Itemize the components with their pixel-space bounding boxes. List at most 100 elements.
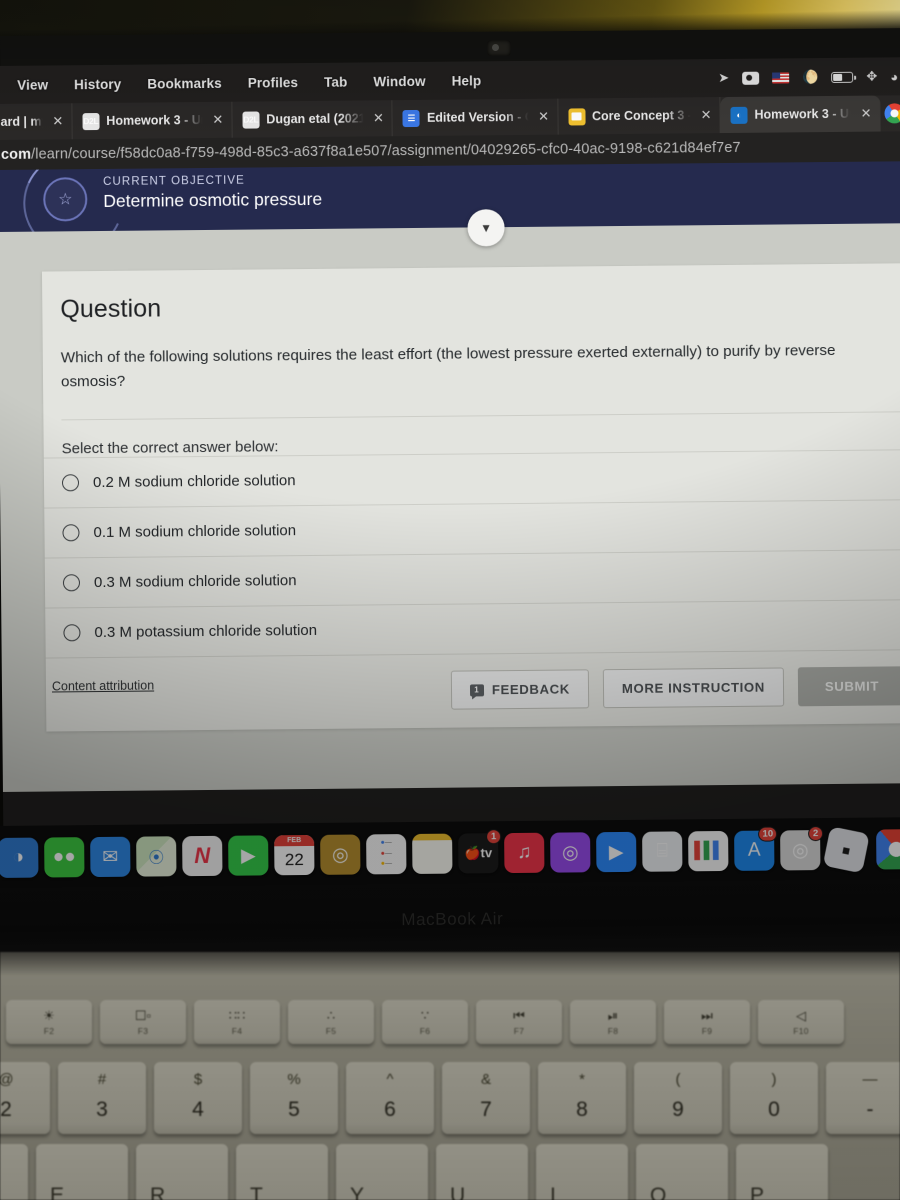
brightness-up-key[interactable]: ☀ F2 [6,1000,92,1044]
keyboard-brightness-down-key[interactable]: ∴ F5 [288,1000,374,1044]
browser-tab-edited-version[interactable]: ☰ Edited Version - Go ✕ [392,98,559,137]
chevron-down-icon[interactable]: ▾ [467,209,505,247]
submit-button[interactable]: SUBMIT [797,666,900,707]
menu-item-profiles[interactable]: Profiles [235,74,311,90]
menu-item-bookmarks[interactable]: Bookmarks [134,75,235,91]
close-icon[interactable]: ✕ [373,110,384,126]
mute-key[interactable]: ◁ F10 [758,1000,844,1044]
battery-icon[interactable] [831,71,854,83]
key-i[interactable]: I [536,1144,628,1200]
key-label: F6 [419,1025,431,1036]
radio-button[interactable] [61,474,80,492]
close-icon[interactable]: ✕ [52,113,63,129]
menu-item-history[interactable]: History [61,76,134,92]
answer-option-0[interactable]: 0.2 M sodium chloride solution [43,449,900,508]
podcasts-icon[interactable]: ◎ [550,832,591,873]
feedback-button[interactable]: 1 FEEDBACK [450,669,590,710]
close-icon[interactable]: ✕ [538,109,549,125]
menu-item-help[interactable]: Help [439,73,495,89]
play-pause-key[interactable]: ⏯ F8 [570,1000,656,1044]
browser-tab-homework-3-active[interactable]: ◐ Homework 3 - Unit ✕ [720,95,881,134]
podcast-gold-icon[interactable]: ◎ [320,834,361,875]
key-2[interactable]: @2 [0,1062,50,1134]
rewind-key[interactable]: ⏮ F7 [476,1000,562,1044]
key-e[interactable]: E [36,1144,128,1200]
google-docs-icon: ☰ [402,109,421,127]
answer-option-1[interactable]: 0.1 M sodium chloride solution [44,499,900,558]
mission-control-key[interactable]: ☐▫ F3 [100,1000,186,1044]
key-r[interactable]: R [136,1144,228,1200]
key--[interactable]: — - [826,1062,900,1134]
key-5[interactable]: % 5 [250,1062,338,1134]
keynote-icon[interactable]: ⌸ [642,831,683,872]
key-7[interactable]: & 7 [442,1062,530,1134]
notes-icon[interactable] [412,833,453,874]
menu-item-tab[interactable]: Tab [311,74,360,89]
key-p[interactable]: P [736,1144,828,1200]
bluetooth-icon[interactable]: ✥ [866,69,877,85]
maps-icon[interactable]: ⦿ [136,836,177,877]
zoom-icon[interactable]: ▶ [596,831,637,873]
browser-tab-dashboard[interactable]: ard | my ✕ [0,103,73,140]
radio-button[interactable] [63,624,81,642]
answer-option-label: 0.3 M sodium chloride solution [93,572,297,592]
content-attribution-link[interactable]: Content attribution [52,679,154,694]
cursor-icon[interactable]: ➤ [718,70,729,86]
wechat-icon[interactable]: ●● [44,837,85,878]
answer-option-label: 0.3 M potassium chloride solution [94,622,318,642]
keyboard-brightness-up-key[interactable]: ∵ F6 [382,1000,468,1044]
radio-button[interactable] [62,574,81,592]
browser-tab-core-concept-3[interactable]: Core Concept 3 - R ✕ [557,97,721,135]
do-not-disturb-icon[interactable]: 🌔 [802,69,818,85]
dock-apps: ◑ ●● ✉ ⦿ N ▶ FEB 22 ◎ ●— ●— ●— 🍎tv 1 ♫ ◎ ▶ ⌸ ▌▌▌ A 10 ◎ 2 ■ [0,826,870,878]
radio-button[interactable] [62,524,80,542]
key-label: F8 [607,1025,619,1036]
close-icon[interactable]: ✕ [212,112,223,128]
key-y[interactable]: Y [336,1144,428,1200]
browser-tab-homework-3-a[interactable]: D2L Homework 3 - Unit ✕ [72,101,233,140]
key-u[interactable]: U [436,1144,528,1200]
key-0[interactable]: ) 0 [730,1062,818,1134]
mail-icon[interactable]: ✉ [90,836,131,878]
key-glyph: ⏮ [513,1007,525,1023]
calendar-icon[interactable]: FEB 22 [274,834,315,876]
key-o[interactable]: O [636,1144,728,1200]
us-flag-icon[interactable] [772,71,790,84]
key-t[interactable]: T [236,1144,328,1200]
wifi-icon[interactable]: ◕ [890,69,898,84]
facetime-icon[interactable]: ▶ [228,835,269,876]
roblox-icon[interactable]: ■ [822,826,870,874]
launchpad-key[interactable]: ∷∷ F4 [194,1000,280,1044]
fast-forward-key[interactable]: ⏭ F9 [664,1000,750,1044]
close-icon[interactable]: ✕ [861,106,872,122]
google-icon[interactable] [884,103,900,124]
finder-icon[interactable]: ◑ [0,837,39,878]
numbers-icon[interactable]: ▌▌▌ [688,830,729,872]
key-9[interactable]: (9 [634,1062,722,1134]
reminders-icon[interactable]: ●— ●— ●— [366,834,407,875]
answer-option-2[interactable]: 0.3 M sodium chloride solution [44,549,900,608]
music-icon[interactable]: ♫ [504,832,545,874]
chrome-icon[interactable] [876,829,900,870]
more-instruction-button[interactable]: MORE INSTRUCTION [602,667,785,709]
key-w[interactable]: W [0,1144,28,1200]
key-number: 2 [0,1098,12,1121]
tencent-meeting-icon[interactable]: ◎ 2 [780,826,824,871]
browser-tab-dugan-etal[interactable]: D2L Dugan etal (2021)_ ✕ [232,100,394,138]
key-symbol: & [480,1071,491,1088]
app-store-icon[interactable]: A 10 [734,826,778,871]
key-8[interactable]: * 8 [538,1062,626,1134]
key-4[interactable]: $4 [154,1062,242,1134]
key-6[interactable]: ^ 6 [346,1062,434,1134]
lesson-page: ▾ Question Which of the following soluti… [0,209,900,792]
appletv-icon[interactable]: 🍎tv 1 [458,829,502,874]
key-3[interactable]: #3 [58,1062,146,1134]
menu-item-view[interactable]: View [4,77,61,93]
answer-option-3[interactable]: 0.3 M potassium chloride solution [45,599,900,658]
close-icon[interactable]: ✕ [701,107,712,123]
menu-item-window[interactable]: Window [360,73,438,89]
key-symbol: — [862,1071,878,1088]
screen-recording-icon[interactable] [742,71,760,85]
tab-label: Edited Version - Go [426,109,529,125]
news-icon[interactable]: N [182,835,223,877]
